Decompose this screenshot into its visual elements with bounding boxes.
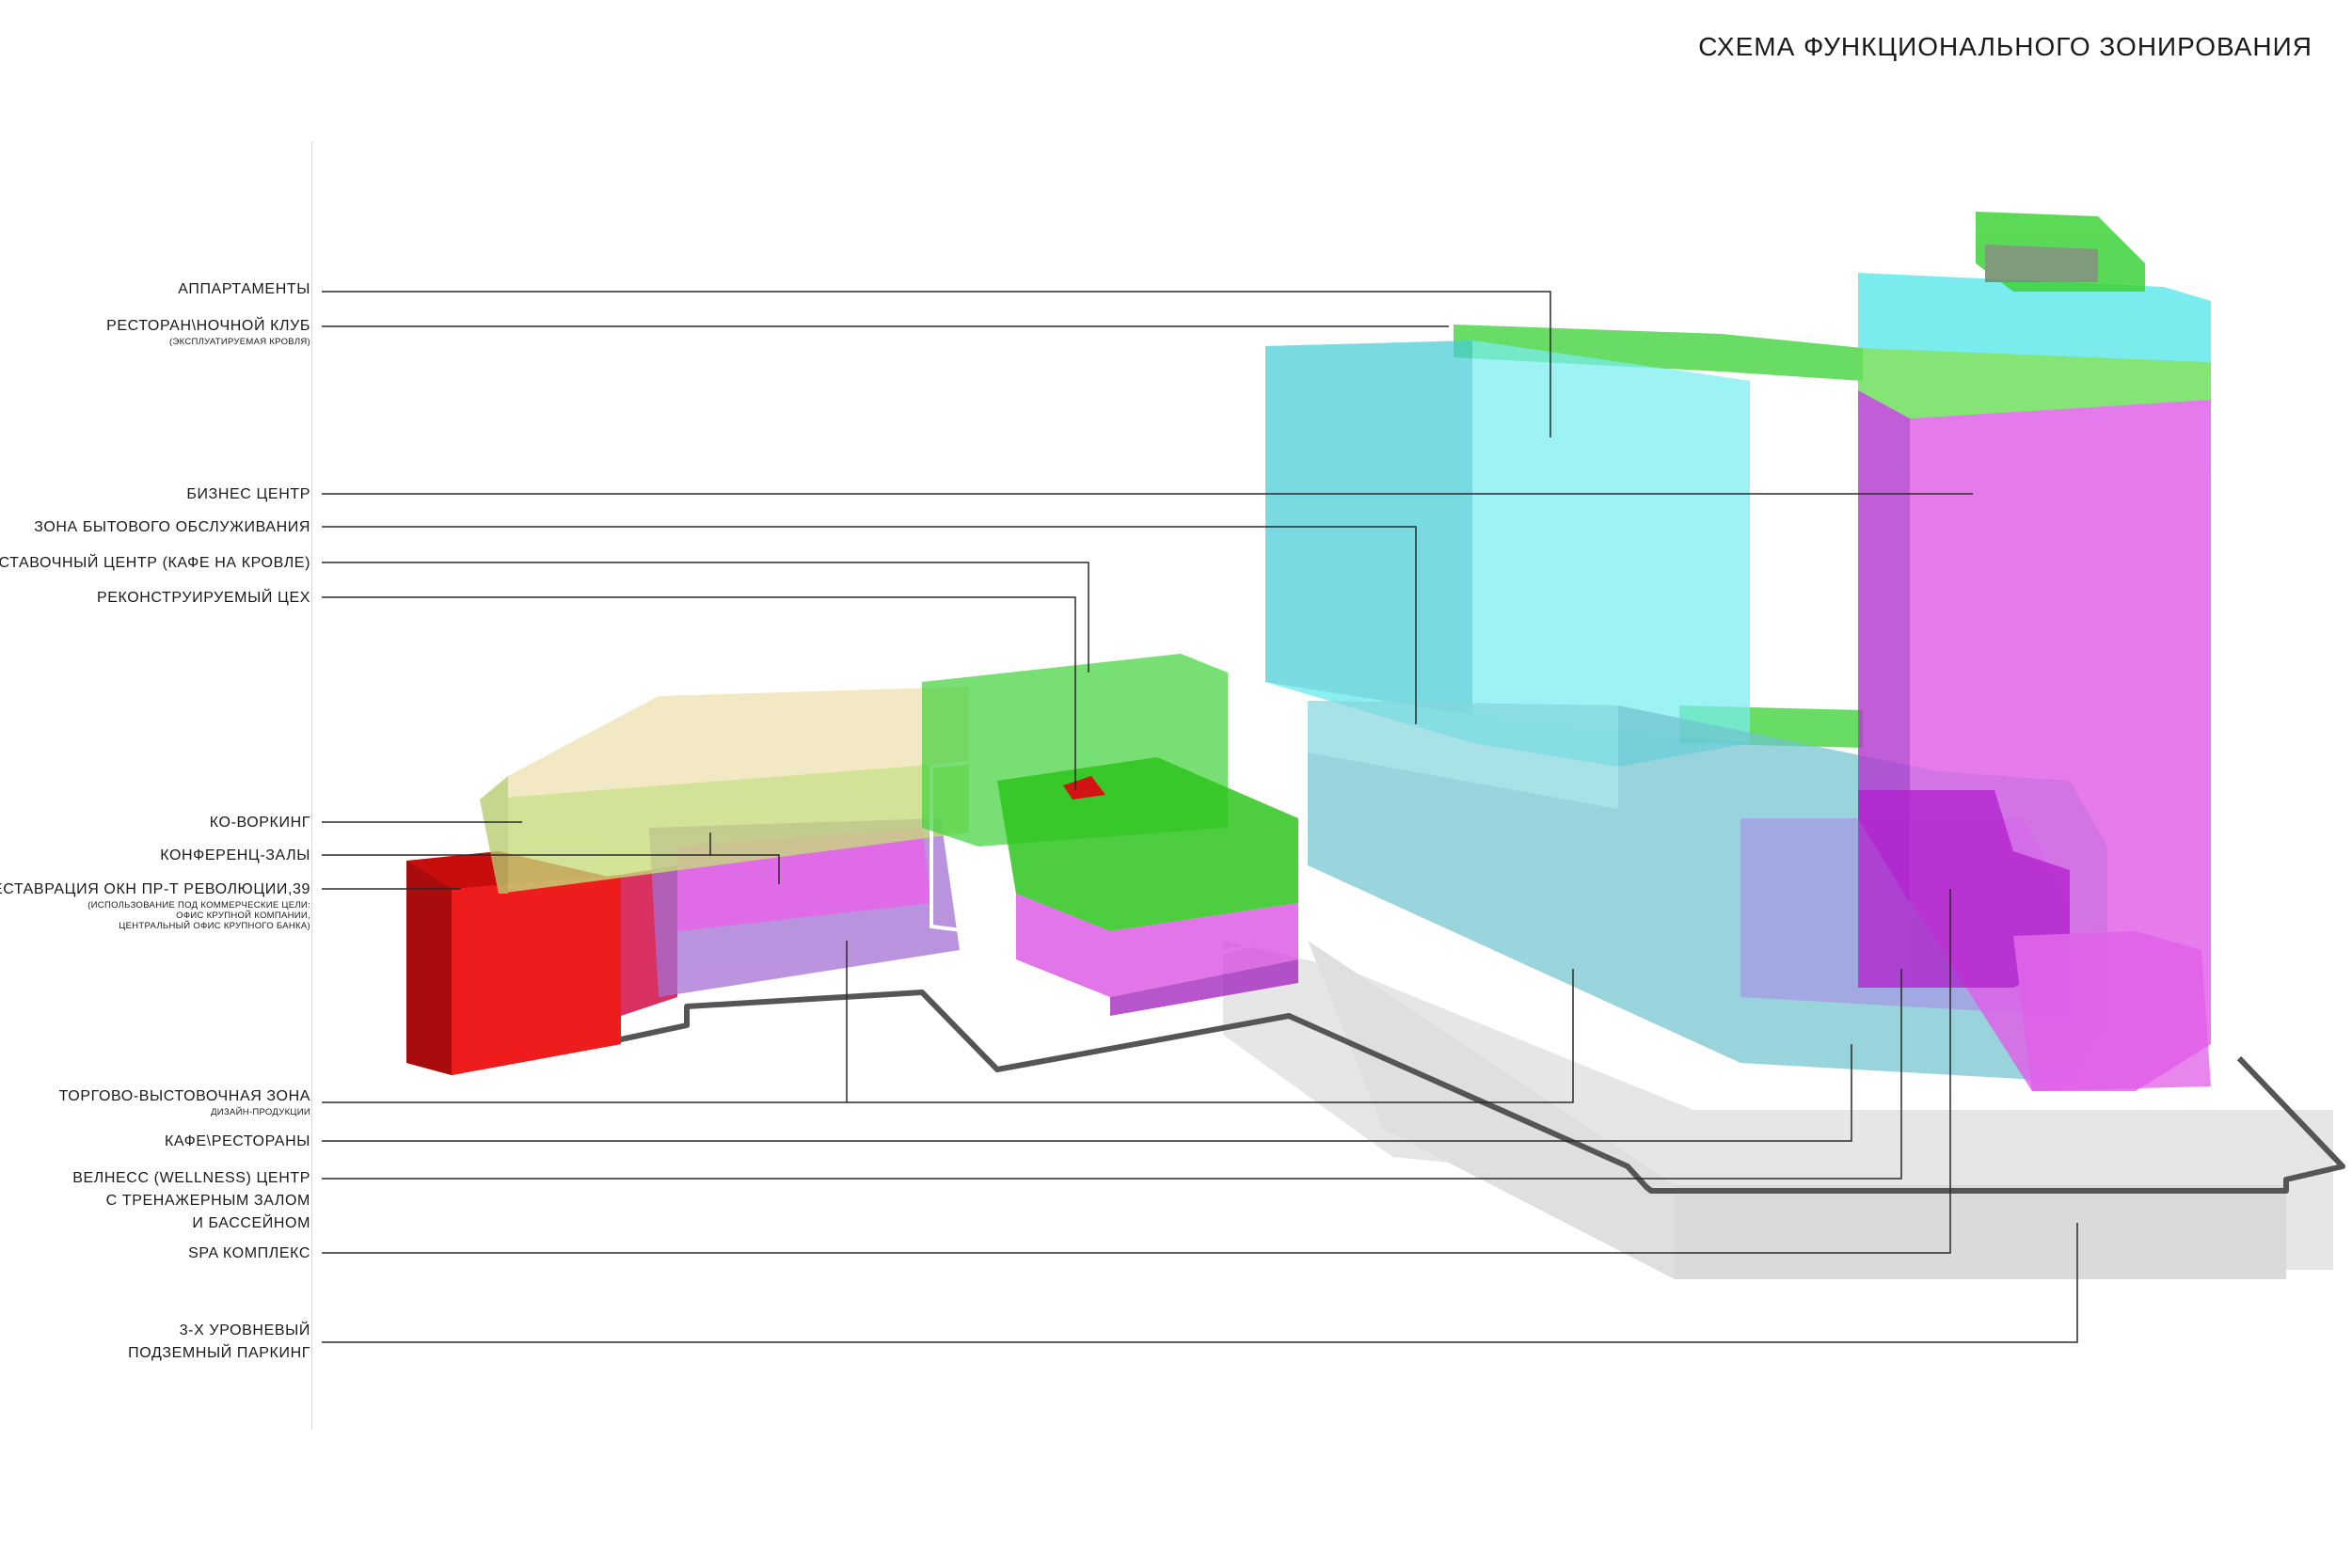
leader-exhibition	[322, 562, 1089, 673]
rooftop-volume	[1976, 212, 2145, 292]
zoning-axonometric-illustration	[322, 212, 2345, 1343]
exhibition-volume	[922, 654, 1298, 1016]
